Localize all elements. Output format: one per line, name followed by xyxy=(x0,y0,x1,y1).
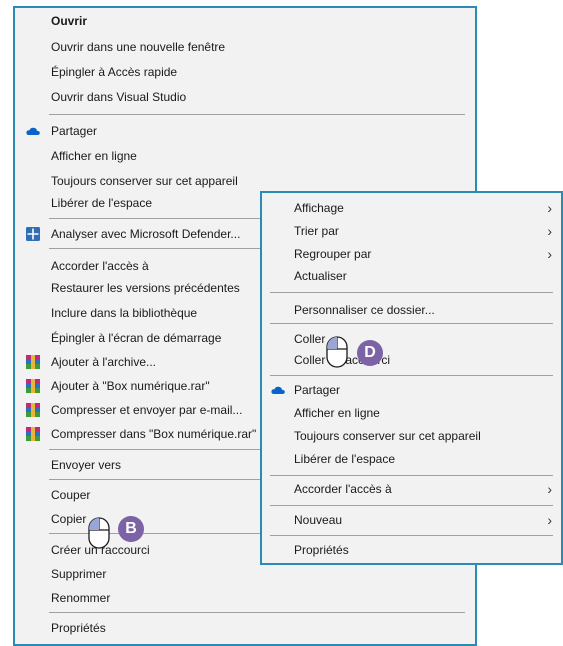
folder-context-menu: Affichage › Trier par › Regrouper par › … xyxy=(260,191,563,565)
menu-item-label: Renommer xyxy=(51,591,111,605)
menu-separator xyxy=(270,535,553,536)
menu-separator xyxy=(270,505,553,506)
menu-item-label: Personnaliser ce dossier... xyxy=(294,303,435,317)
winrar-icon xyxy=(26,355,40,369)
menu-item-label: Trier par xyxy=(294,224,339,238)
menu-item-label: Analyser avec Microsoft Defender... xyxy=(51,227,241,241)
menu-item-pin-quick-access[interactable]: Épingler à Accès rapide xyxy=(15,61,475,83)
mouse-cursor-icon xyxy=(88,517,110,549)
menu-item-always-keep[interactable]: Toujours conserver sur cet appareil xyxy=(15,170,475,192)
menu-item-label: Ajouter à "Box numérique.rar" xyxy=(51,379,210,393)
menu-item-ouvrir[interactable]: Ouvrir xyxy=(15,10,475,32)
menu-item-refresh[interactable]: Actualiser xyxy=(262,265,561,287)
menu-item-label: Envoyer vers xyxy=(51,458,122,472)
menu-item-properties[interactable]: Propriétés xyxy=(262,539,561,561)
menu-item-customize-folder[interactable]: Personnaliser ce dossier... xyxy=(262,299,561,321)
menu-item-label: Restaurer les versions précédentes xyxy=(51,281,240,295)
menu-item-paste[interactable]: Coller xyxy=(262,328,561,350)
menu-item-new[interactable]: Nouveau › xyxy=(262,509,561,531)
chevron-right-icon: › xyxy=(547,200,552,216)
menu-item-partager[interactable]: Partager xyxy=(262,379,561,401)
menu-item-rename[interactable]: Renommer xyxy=(15,587,475,609)
menu-separator xyxy=(49,114,465,115)
menu-item-sort-by[interactable]: Trier par › xyxy=(262,220,561,242)
menu-item-label: Nouveau xyxy=(294,513,343,527)
menu-item-label: Ouvrir xyxy=(51,14,88,28)
menu-item-free-space[interactable]: Libérer de l'espace xyxy=(262,448,561,470)
menu-item-label: Propriétés xyxy=(294,543,349,557)
menu-item-label: Accorder l'accès à xyxy=(294,482,392,496)
badge-b: B xyxy=(118,516,144,542)
menu-item-paste-shortcut[interactable]: Coller le raccourci xyxy=(262,349,561,371)
menu-item-label: Actualiser xyxy=(294,269,347,283)
menu-separator xyxy=(270,475,553,476)
winrar-icon xyxy=(26,379,40,393)
menu-separator xyxy=(270,323,553,324)
menu-item-label: Coller xyxy=(294,332,326,346)
menu-item-view-online[interactable]: Afficher en ligne xyxy=(262,402,561,424)
menu-item-label: Ajouter à l'archive... xyxy=(51,355,157,369)
menu-item-label: Libérer de l'espace xyxy=(294,452,396,466)
menu-item-label: Toujours conserver sur cet appareil xyxy=(294,429,481,443)
menu-item-label: Partager xyxy=(294,383,341,397)
badge-d: D xyxy=(357,340,383,366)
menu-item-view[interactable]: Affichage › xyxy=(262,197,561,219)
defender-shield-icon xyxy=(26,227,40,241)
menu-item-properties[interactable]: Propriétés xyxy=(15,617,475,639)
menu-item-label: Supprimer xyxy=(51,567,107,581)
chevron-right-icon: › xyxy=(547,246,552,262)
menu-separator xyxy=(270,375,553,376)
menu-item-label: Propriétés xyxy=(51,621,106,635)
menu-item-always-keep[interactable]: Toujours conserver sur cet appareil xyxy=(262,425,561,447)
menu-item-open-new-window[interactable]: Ouvrir dans une nouvelle fenêtre xyxy=(15,36,475,58)
winrar-icon xyxy=(26,427,40,441)
menu-item-label: Partager xyxy=(51,124,98,138)
chevron-right-icon: › xyxy=(547,512,552,528)
menu-separator xyxy=(49,612,465,613)
menu-item-partager[interactable]: Partager xyxy=(15,120,475,142)
menu-item-label: Regrouper par xyxy=(294,247,372,261)
menu-item-open-visual-studio[interactable]: Ouvrir dans Visual Studio xyxy=(15,86,475,108)
menu-item-label: Compresser et envoyer par e-mail... xyxy=(51,403,243,417)
menu-item-grant-access[interactable]: Accorder l'accès à › xyxy=(262,478,561,500)
menu-item-label: Toujours conserver sur cet appareil xyxy=(51,174,238,188)
menu-item-label: Afficher en ligne xyxy=(294,406,380,420)
winrar-icon xyxy=(26,403,40,417)
onedrive-cloud-icon xyxy=(26,127,40,135)
onedrive-cloud-icon xyxy=(271,386,285,394)
menu-item-label: Épingler à l'écran de démarrage xyxy=(51,331,222,345)
menu-item-label: Ouvrir dans Visual Studio xyxy=(51,90,187,104)
menu-item-label: Ouvrir dans une nouvelle fenêtre xyxy=(51,40,226,54)
menu-item-label: Accorder l'accès à xyxy=(51,259,149,273)
menu-item-label: Afficher en ligne xyxy=(51,149,137,163)
menu-item-delete[interactable]: Supprimer xyxy=(15,563,475,585)
menu-item-label: Affichage xyxy=(294,201,344,215)
menu-item-view-online[interactable]: Afficher en ligne xyxy=(15,145,475,167)
mouse-cursor-icon xyxy=(326,336,348,368)
menu-item-group-by[interactable]: Regrouper par › xyxy=(262,243,561,265)
menu-item-label: Couper xyxy=(51,488,91,502)
menu-item-label: Copier xyxy=(51,512,87,526)
menu-item-label: Épingler à Accès rapide xyxy=(51,65,178,79)
chevron-right-icon: › xyxy=(547,223,552,239)
menu-item-label: Inclure dans la bibliothèque xyxy=(51,306,198,320)
chevron-right-icon: › xyxy=(547,481,552,497)
menu-separator xyxy=(270,292,553,293)
menu-item-label: Libérer de l'espace xyxy=(51,196,153,210)
